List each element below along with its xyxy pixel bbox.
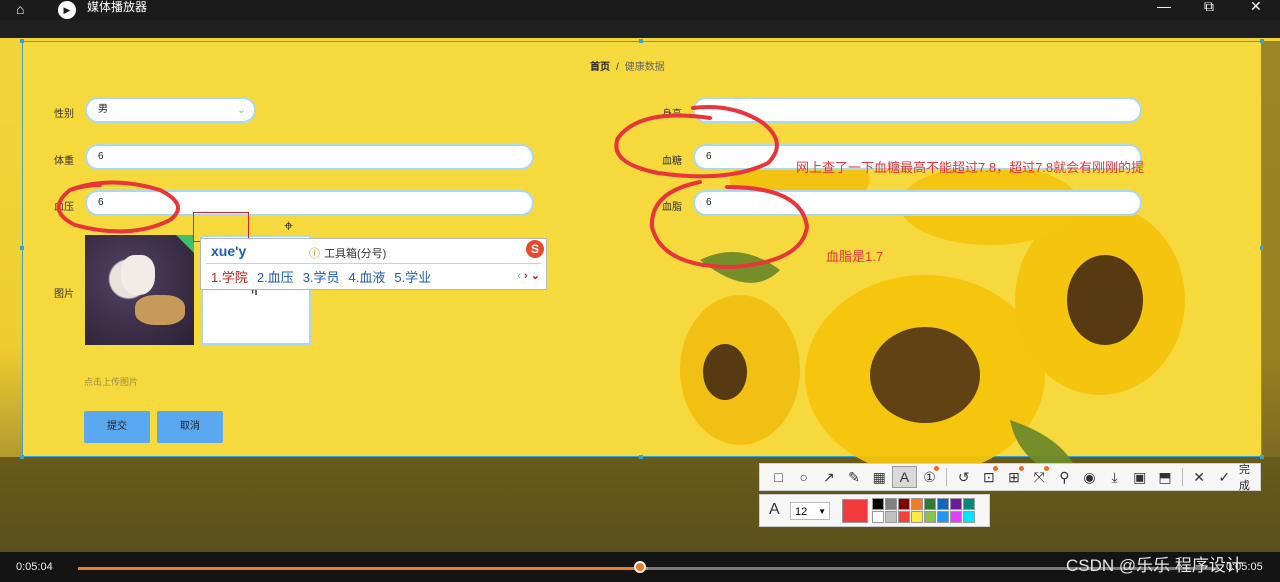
blood-fat-annotation: 血脂是1.7 [826, 249, 884, 264]
color-swatch[interactable] [872, 498, 884, 510]
toolbar-divider [1181, 468, 1183, 486]
number-marker-tool-icon[interactable]: ① [917, 464, 942, 490]
rectangle-tool-icon[interactable]: □ [766, 464, 791, 490]
download-icon[interactable]: ⤓ [1102, 464, 1127, 490]
pen-tool-icon[interactable]: ✎ [841, 464, 866, 490]
color-swatch[interactable] [963, 498, 975, 510]
page-next-icon[interactable]: › [524, 270, 528, 282]
csdn-watermark: CSDN @乐乐 程序设计 [1066, 556, 1243, 575]
text-tool-icon[interactable]: A [891, 466, 917, 488]
record-icon[interactable]: ◉ [1077, 464, 1102, 490]
progress-track[interactable] [78, 567, 1218, 570]
screenshot-toolbar: □ ○ ↗ ✎ ▦ A ① ↺ ⊡ ⊞ ⤧ ⚲ ◉ ⤓ ▣ ⬒ ✕ ✓ 完成 [759, 461, 1261, 493]
ime-candidate[interactable]: 4.血液 [349, 270, 386, 285]
ime-pinyin-input: xue'y [211, 243, 247, 259]
text-style-toolbar: A 12 ▼ [759, 494, 990, 527]
mosaic-tool-icon[interactable]: ▦ [867, 464, 892, 490]
done-button[interactable]: 完成 [1239, 461, 1260, 493]
elapsed-time: 0:05:04 [16, 561, 53, 573]
ime-candidates: 1.学院 2.血压 3.学员 4.血液 5.学业 [211, 267, 440, 286]
color-swatch[interactable] [924, 511, 936, 523]
save-icon[interactable]: ▣ [1127, 464, 1152, 490]
ime-toolbox-label: 工具箱(分号) [324, 248, 387, 260]
color-swatch[interactable] [963, 511, 975, 523]
color-swatch[interactable] [898, 511, 910, 523]
color-swatch[interactable] [885, 498, 897, 510]
color-swatch[interactable] [924, 498, 936, 510]
color-palette [872, 498, 984, 524]
page-prev-icon[interactable]: ‹ [517, 270, 521, 282]
ime-toolbox-hint[interactable]: ⓘ 工具箱(分号) [309, 245, 386, 261]
ime-candidate[interactable]: 5.学业 [394, 270, 431, 285]
color-swatch[interactable] [885, 511, 897, 523]
color-swatch[interactable] [937, 498, 949, 510]
crosshair-cursor-icon: ⌖ [284, 218, 294, 235]
long-screenshot-icon[interactable]: ⤧ [1027, 464, 1052, 490]
blood-sugar-annotation: 网上查了一下血糖最高不能超过7.8，超过7.8就会有刚刚的提 [796, 160, 1145, 175]
font-size-select[interactable]: 12 ▼ [790, 502, 830, 520]
font-size-value: 12 [795, 506, 808, 518]
ime-candidate-window: xue'y ⓘ 工具箱(分号) S 1.学院 2.血压 3.学员 4.血液 5.学业 ‹ … [200, 238, 547, 290]
toolbar-divider [946, 468, 948, 486]
blood-sugar-circle-mark [614, 105, 779, 179]
ocr-tool-icon[interactable]: ⊡ [976, 464, 1001, 490]
ellipse-tool-icon[interactable]: ○ [791, 464, 816, 490]
ime-candidate[interactable]: 3.学员 [303, 270, 340, 285]
ime-divider [206, 263, 541, 264]
color-swatch[interactable] [872, 511, 884, 523]
sogou-logo-icon: S [526, 240, 544, 258]
color-swatch[interactable] [911, 511, 923, 523]
pin-icon[interactable]: ⚲ [1052, 464, 1077, 490]
color-swatch[interactable] [911, 498, 923, 510]
color-swatch[interactable] [937, 511, 949, 523]
blood-fat-circle-mark [649, 180, 810, 270]
undo-icon[interactable]: ↺ [951, 464, 976, 490]
blood-pressure-circle-mark [56, 180, 180, 234]
color-swatch[interactable] [898, 498, 910, 510]
progress-thumb[interactable] [634, 561, 646, 573]
translate-tool-icon[interactable]: ⊞ [1001, 464, 1026, 490]
ime-candidate[interactable]: 1.学院 [211, 270, 248, 285]
ime-pager: ‹ › ⌄ [517, 269, 540, 282]
ime-candidate[interactable]: 2.血压 [257, 270, 294, 285]
arrow-tool-icon[interactable]: ↗ [816, 464, 841, 490]
color-swatch[interactable] [950, 498, 962, 510]
info-icon: ⓘ [309, 248, 320, 260]
cancel-capture-icon[interactable]: ✕ [1187, 464, 1212, 490]
dropdown-arrow-icon: ▼ [818, 507, 826, 516]
progress-fill [78, 567, 648, 570]
expand-candidates-icon[interactable]: ⌄ [531, 270, 540, 282]
current-color-swatch[interactable] [842, 499, 868, 523]
bookmark-icon[interactable]: ⬒ [1152, 464, 1177, 490]
font-icon: A [769, 501, 780, 518]
annotation-drawings [56, 105, 810, 270]
color-swatch[interactable] [950, 511, 962, 523]
confirm-check-icon[interactable]: ✓ [1212, 464, 1237, 490]
